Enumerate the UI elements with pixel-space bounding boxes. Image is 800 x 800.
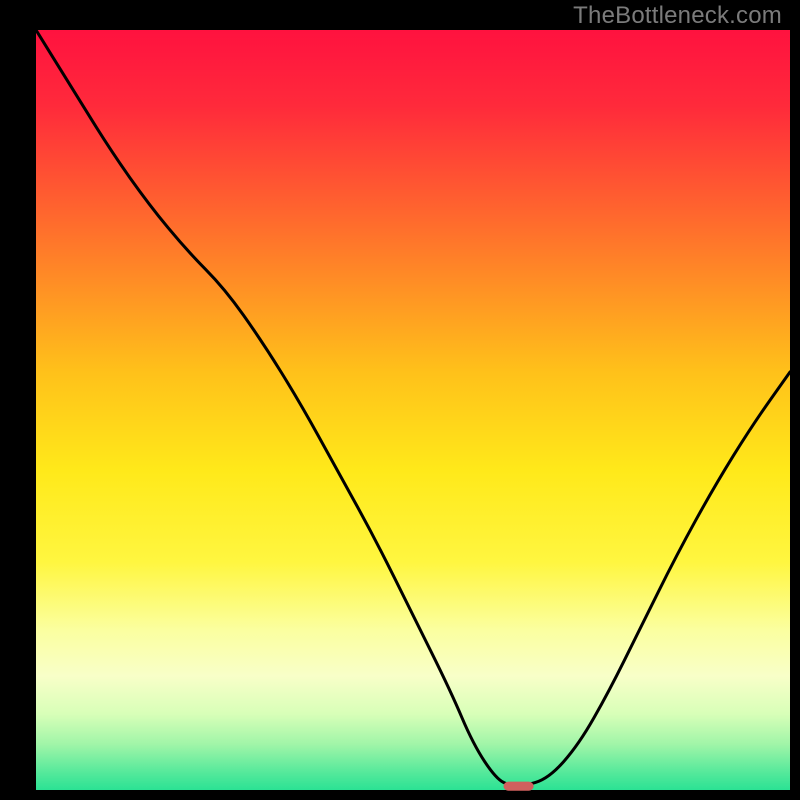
gradient-background	[36, 30, 790, 790]
chart-svg	[0, 0, 800, 800]
watermark-text: TheBottleneck.com	[573, 2, 782, 30]
optimal-marker	[503, 782, 533, 791]
chart-container: TheBottleneck.com	[0, 0, 800, 800]
